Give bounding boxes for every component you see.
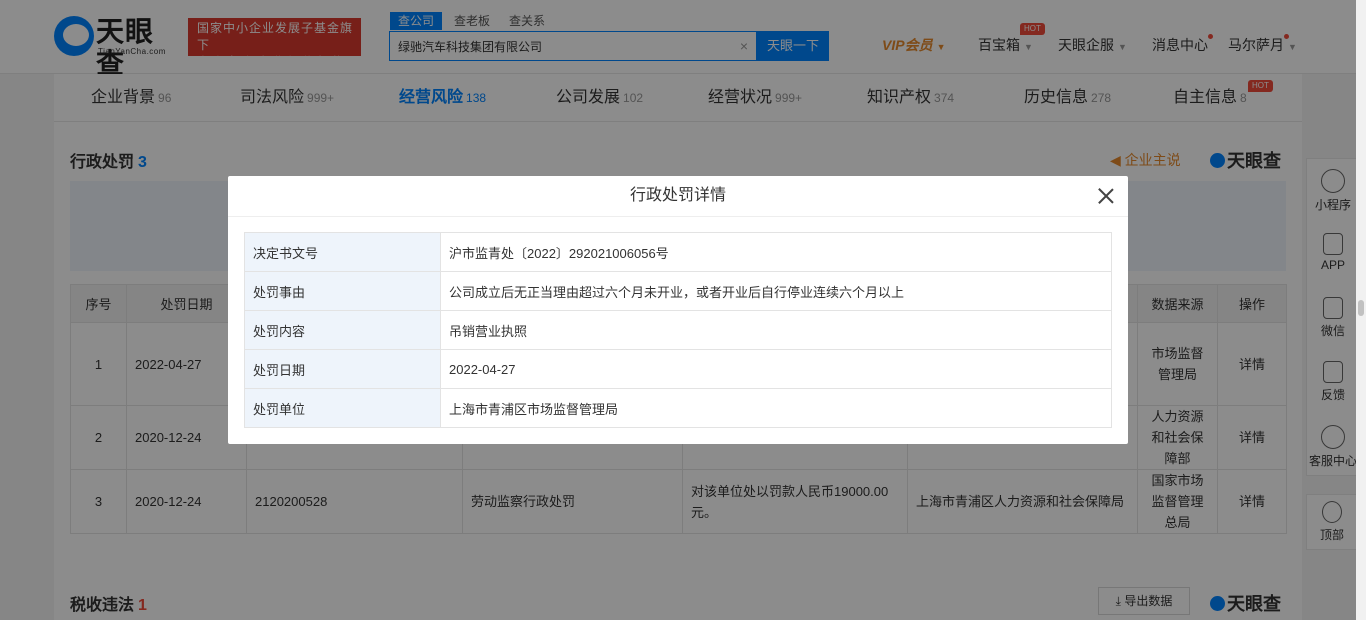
detail-row: 处罚单位 上海市青浦区市场监督管理局 [244,388,1112,428]
detail-key: 决定书文号 [244,232,441,272]
scrollbar-thumb[interactable] [1358,300,1364,316]
penalty-detail-modal: 行政处罚详情 决定书文号 沪市监青处〔2022〕292021006056号 处罚事… [228,176,1128,444]
page-scrollbar[interactable] [1356,0,1366,620]
modal-divider [228,216,1128,217]
detail-row: 处罚日期 2022-04-27 [244,349,1112,389]
detail-key: 处罚日期 [244,349,441,389]
detail-value: 公司成立后无正当理由超过六个月未开业，或者开业后自行停业连续六个月以上 [440,271,1112,311]
detail-row: 处罚事由 公司成立后无正当理由超过六个月未开业，或者开业后自行停业连续六个月以上 [244,271,1112,311]
detail-value: 沪市监青处〔2022〕292021006056号 [440,232,1112,272]
modal-title: 行政处罚详情 [629,187,726,204]
detail-key: 处罚事由 [244,271,441,311]
detail-value: 2022-04-27 [440,349,1112,389]
close-icon[interactable] [1096,186,1116,206]
detail-table: 决定书文号 沪市监青处〔2022〕292021006056号 处罚事由 公司成立后无… [244,232,1112,428]
detail-row: 处罚内容 吊销营业执照 [244,310,1112,350]
detail-row: 决定书文号 沪市监青处〔2022〕292021006056号 [244,232,1112,272]
detail-key: 处罚单位 [244,388,441,428]
detail-value: 上海市青浦区市场监督管理局 [440,388,1112,428]
detail-key: 处罚内容 [244,310,441,350]
detail-value: 吊销营业执照 [440,310,1112,350]
